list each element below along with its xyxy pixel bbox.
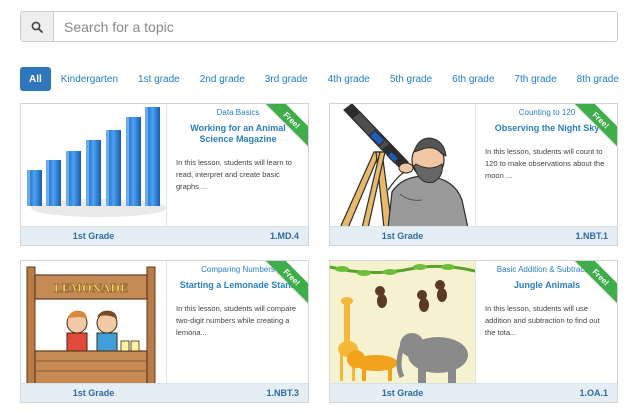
lesson-grade: 1st Grade <box>72 231 115 241</box>
lesson-thumbnail[interactable] <box>21 104 166 228</box>
search-button[interactable] <box>21 12 54 41</box>
lesson-footer: 1st Grade 1.NBT.1 <box>330 226 617 245</box>
lesson-description: In this lesson, students will count to 1… <box>485 146 605 180</box>
search-icon <box>31 21 43 33</box>
lesson-title[interactable]: Starting a Lemonade Stand <box>176 280 300 291</box>
search-input[interactable] <box>54 12 617 41</box>
lesson-thumbnail[interactable] <box>330 261 475 385</box>
tab-7th-grade[interactable]: 7th grade <box>504 67 566 91</box>
bar-graph-illustration <box>27 107 166 217</box>
lesson-description: In this lesson, students will use additi… <box>485 303 600 337</box>
lesson-card[interactable]: LEMONADE Comparing Numbers Starting a Le… <box>20 260 309 403</box>
lesson-standard: 1.NBT.3 <box>266 388 299 398</box>
lesson-description: In this lesson, students will learn to r… <box>176 158 292 192</box>
lesson-card[interactable]: Basic Addition & Subtraction Jungle Anim… <box>329 260 618 403</box>
tab-kindergarten[interactable]: Kindergarten <box>51 67 128 91</box>
lesson-footer: 1st Grade 1.MD.4 <box>21 226 308 245</box>
lesson-title[interactable]: Working for an Animal Science Magazine <box>176 123 300 146</box>
tab-5th-grade[interactable]: 5th grade <box>380 67 442 91</box>
lesson-title[interactable]: Jungle Animals <box>485 280 609 291</box>
lesson-thumbnail[interactable]: LEMONADE <box>21 261 166 385</box>
lesson-description: In this lesson, students will compare tw… <box>176 303 297 337</box>
lesson-title[interactable]: Observing the Night Sky <box>485 123 609 134</box>
lesson-footer: 1st Grade 1.OA.1 <box>330 383 617 402</box>
tab-2nd-grade[interactable]: 2nd grade <box>190 67 255 91</box>
tab-4th-grade[interactable]: 4th grade <box>318 67 380 91</box>
lesson-grade: 1st Grade <box>72 388 115 398</box>
lesson-standard: 1.OA.1 <box>579 388 608 398</box>
lesson-card[interactable]: Data Basics Working for an Animal Scienc… <box>20 103 309 246</box>
lesson-standard: 1.NBT.1 <box>575 231 608 241</box>
grade-filter-tabs: All Kindergarten 1st grade 2nd grade 3rd… <box>20 67 629 91</box>
search-bar <box>20 11 618 42</box>
tab-8th-grade[interactable]: 8th grade <box>567 67 629 91</box>
lemonade-stand-illustration: LEMONADE <box>26 266 156 385</box>
lesson-footer: 1st Grade 1.NBT.3 <box>21 383 308 402</box>
lesson-grade: 1st Grade <box>381 231 424 241</box>
tab-1st-grade[interactable]: 1st grade <box>128 67 190 91</box>
tab-6th-grade[interactable]: 6th grade <box>442 67 504 91</box>
tab-all[interactable]: All <box>20 67 51 91</box>
lesson-standard: 1.MD.4 <box>269 231 299 241</box>
telescope-astronomer-illustration <box>339 104 469 228</box>
lesson-grade: 1st Grade <box>381 388 424 398</box>
lesson-card[interactable]: Counting to 120 Observing the Night Sky … <box>329 103 618 246</box>
tab-3rd-grade[interactable]: 3rd grade <box>255 67 318 91</box>
jungle-animals-illustration <box>330 261 475 385</box>
lesson-thumbnail[interactable] <box>330 104 475 228</box>
lemonade-sign-text: LEMONADE <box>54 282 128 295</box>
